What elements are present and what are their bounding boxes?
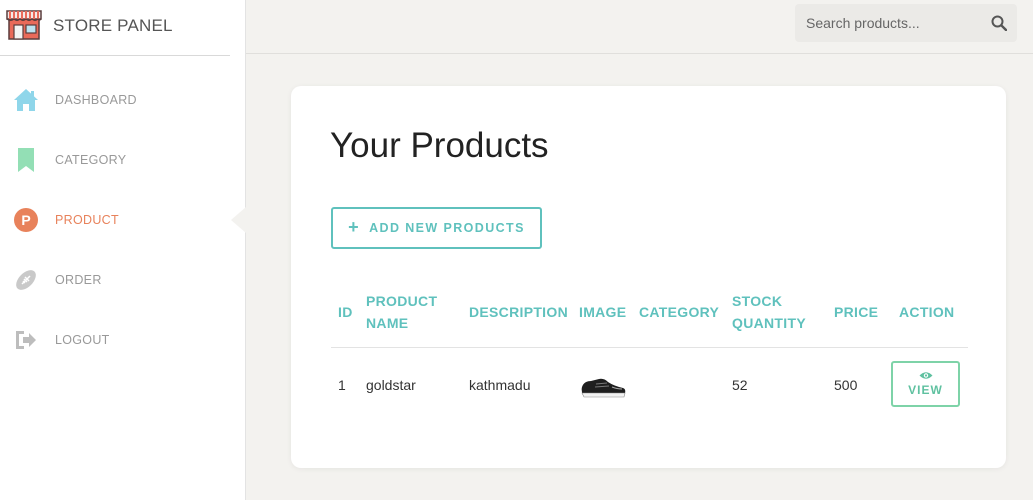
column-header-action: ACTION: [899, 304, 955, 320]
svg-text:P: P: [21, 212, 30, 228]
cell-description: kathmadu: [469, 377, 531, 393]
sidebar-item-label: PRODUCT: [55, 213, 119, 227]
home-icon: [12, 86, 40, 114]
topbar: [246, 0, 1033, 54]
search-box: [795, 4, 1017, 42]
sidebar-item-logout[interactable]: LOGOUT: [0, 320, 245, 360]
sidebar-item-category[interactable]: CATEGORY: [0, 140, 245, 180]
bookmark-icon: [12, 146, 40, 174]
sidebar-item-label: DASHBOARD: [55, 93, 137, 107]
brand-title: STORE PANEL: [53, 16, 173, 35]
view-button[interactable]: VIEW: [891, 361, 960, 407]
plus-icon: +: [348, 217, 361, 237]
eye-icon: [919, 372, 932, 379]
p-circle-icon: P: [12, 206, 40, 234]
column-header-category: CATEGORY: [639, 304, 720, 320]
sidebar-item-product[interactable]: P PRODUCT: [0, 200, 245, 240]
football-icon: [12, 266, 40, 294]
active-indicator: [231, 207, 246, 233]
view-button-label: VIEW: [908, 383, 943, 397]
cell-price: 500: [834, 377, 858, 393]
add-new-products-button[interactable]: + ADD NEW PRODUCTS: [331, 207, 542, 249]
header-divider: [331, 347, 968, 348]
sidebar-item-order[interactable]: ORDER: [0, 260, 245, 300]
store-icon: [6, 10, 42, 40]
brand: STORE PANEL: [0, 0, 230, 56]
sidebar-item-label: CATEGORY: [55, 153, 127, 167]
search-icon[interactable]: [991, 15, 1007, 31]
add-button-label: ADD NEW PRODUCTS: [369, 221, 525, 235]
column-header-product-name: PRODUCT NAME: [366, 293, 438, 331]
page-title: Your Products: [330, 126, 549, 165]
logout-icon: [12, 326, 40, 354]
sidebar-item-dashboard[interactable]: DASHBOARD: [0, 80, 245, 120]
sidebar-item-label: LOGOUT: [55, 333, 110, 347]
cell-product-name: goldstar: [366, 377, 416, 393]
column-header-price: PRICE: [834, 304, 879, 320]
column-header-id: ID: [338, 304, 353, 320]
column-header-image: IMAGE: [579, 304, 627, 320]
cell-stock: 52: [732, 377, 748, 393]
products-card: Your Products + ADD NEW PRODUCTS ID PROD…: [291, 86, 1006, 468]
cell-id: 1: [338, 377, 346, 393]
search-input[interactable]: [806, 15, 986, 31]
sidebar: STORE PANEL DASHBOARD CATEGORY P PRODUCT: [0, 0, 246, 500]
shoe-image: [581, 378, 626, 398]
sidebar-item-label: ORDER: [55, 273, 102, 287]
column-header-stock-quantity: STOCK QUANTITY: [732, 293, 806, 331]
column-header-description: DESCRIPTION: [469, 304, 568, 320]
